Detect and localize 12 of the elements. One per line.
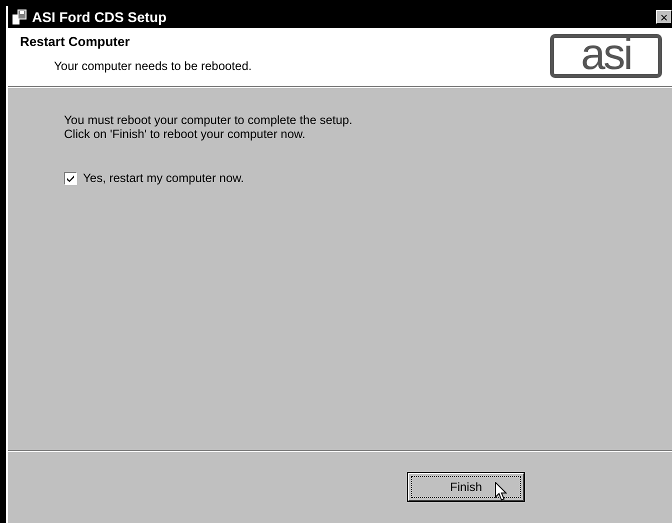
check-icon	[66, 174, 75, 182]
checkbox-label[interactable]: Yes, restart my computer now.	[83, 171, 244, 185]
installer-icon	[12, 9, 28, 25]
logo: asi	[550, 34, 662, 78]
message-text: You must reboot your computer to complete the setup. Click on 'Finish' to reboot your computer now.	[64, 113, 354, 141]
close-button[interactable]: ×	[656, 10, 672, 24]
mouse-pointer-icon	[495, 482, 507, 501]
finish-button[interactable]: Finish	[408, 473, 524, 501]
page-subtitle: Your computer needs to be rebooted.	[54, 59, 252, 73]
page-title: Restart Computer	[20, 34, 131, 49]
window-title: ASI Ford CDS Setup	[32, 9, 167, 25]
checkbox[interactable]	[64, 172, 77, 184]
